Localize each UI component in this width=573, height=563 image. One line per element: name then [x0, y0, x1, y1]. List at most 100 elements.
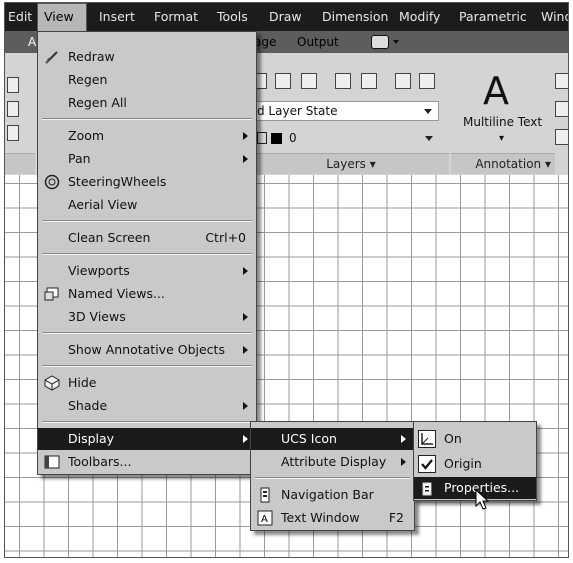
- layer-tool-icon-4[interactable]: [335, 73, 351, 89]
- layer-state-dropdown[interactable]: d Layer State: [253, 101, 439, 121]
- submenu-arrow-icon: [243, 155, 248, 163]
- menu-item-regen[interactable]: Regen: [38, 69, 256, 91]
- menu-item-hide[interactable]: Hide: [38, 372, 256, 394]
- menu-item-steeringwheels[interactable]: SteeringWheels: [38, 171, 256, 193]
- submenu-arrow-icon: [243, 402, 248, 410]
- submenu-arrow-icon: [243, 132, 248, 140]
- layer-dropdown[interactable]: 0: [255, 129, 439, 149]
- menu-item-label: Display: [68, 431, 115, 446]
- menu-item-label: Regen: [68, 72, 108, 87]
- submenu-arrow-icon: [243, 267, 248, 275]
- layer-tool-icon-3[interactable]: [301, 73, 317, 89]
- ribbon-left-icon-2[interactable]: [7, 101, 19, 117]
- menu-item-ucs-on[interactable]: On: [414, 428, 536, 450]
- layer-tool-icon-5[interactable]: [361, 73, 377, 89]
- menu-item-zoom[interactable]: Zoom: [38, 125, 256, 147]
- menu-item-label: Shade: [68, 398, 108, 413]
- redraw-icon: [44, 49, 60, 65]
- properties-icon: [422, 481, 432, 496]
- annotation-panel-title[interactable]: Annotation ▾: [451, 153, 555, 174]
- menu-separator: [42, 332, 252, 334]
- menu-bar: Edit View Insert Format Tools Draw Dimen…: [5, 3, 568, 31]
- menu-item-label: Text Window: [281, 510, 360, 525]
- menu-item-label: Clean Screen: [68, 230, 151, 245]
- menu-item-3d-views[interactable]: 3D Views: [38, 306, 256, 328]
- tab-output[interactable]: Output: [297, 31, 339, 53]
- menu-item-label: Named Views...: [68, 286, 165, 301]
- menu-item-regen-all[interactable]: Regen All: [38, 92, 256, 114]
- menu-item-show-annotative-objects[interactable]: Show Annotative Objects: [38, 339, 256, 361]
- menu-item-label: Redraw: [68, 49, 115, 64]
- ribbon-minimize-icon[interactable]: [371, 35, 389, 49]
- menu-edit[interactable]: Edit: [5, 3, 38, 31]
- chevron-down-icon: [424, 109, 432, 114]
- menu-item-label: Aerial View: [68, 197, 138, 212]
- menu-dimension[interactable]: Dimension: [316, 3, 394, 31]
- menu-draw[interactable]: Draw: [263, 3, 308, 31]
- menu-separator: [42, 253, 252, 255]
- layer-tool-icon-2[interactable]: [275, 73, 291, 89]
- menu-item-pan[interactable]: Pan: [38, 148, 256, 170]
- menu-insert[interactable]: Insert: [93, 3, 141, 31]
- submenu-arrow-icon: [243, 435, 248, 443]
- menu-window[interactable]: Wind: [535, 3, 568, 31]
- menu-item-viewports[interactable]: Viewports: [38, 260, 256, 282]
- menu-item-named-views[interactable]: Named Views...: [38, 283, 256, 305]
- menu-item-label: On: [444, 431, 462, 446]
- unlock-icon: [257, 132, 267, 144]
- submenu-arrow-icon: [243, 313, 248, 321]
- checkmark-icon: [418, 455, 436, 473]
- layer-tool-icon-6[interactable]: [395, 73, 411, 89]
- svg-text:A: A: [261, 514, 268, 525]
- layer-value: 0: [289, 131, 297, 145]
- steeringwheel-icon: [44, 174, 60, 190]
- menu-item-aerial-view[interactable]: Aerial View: [38, 194, 256, 216]
- menu-item-display[interactable]: Display: [38, 428, 256, 450]
- menu-item-toolbars[interactable]: Toolbars...: [38, 451, 256, 473]
- menu-item-label: Show Annotative Objects: [68, 342, 225, 357]
- leader-icon[interactable]: [555, 101, 568, 117]
- menu-parametric[interactable]: Parametric: [453, 3, 533, 31]
- menu-item-text-window[interactable]: A Text Window F2: [251, 507, 414, 529]
- menu-item-label: Pan: [68, 151, 91, 166]
- menu-tools[interactable]: Tools: [211, 3, 254, 31]
- toolbars-icon: [44, 454, 60, 470]
- layer-tool-icon-7[interactable]: [419, 73, 435, 89]
- menu-item-ucs-icon[interactable]: UCS Icon: [251, 428, 414, 450]
- menu-modify[interactable]: Modify: [393, 3, 446, 31]
- menu-item-shade[interactable]: Shade: [38, 395, 256, 417]
- navigation-bar-icon: [257, 487, 273, 503]
- ribbon-left-panel-title: [5, 153, 35, 174]
- menu-item-clean-screen[interactable]: Clean Screen Ctrl+0: [38, 227, 256, 249]
- submenu-arrow-icon: [401, 458, 406, 466]
- menu-item-navigation-bar[interactable]: Navigation Bar: [251, 484, 414, 506]
- menu-item-redraw[interactable]: Redraw: [38, 46, 256, 68]
- menu-format[interactable]: Format: [148, 3, 204, 31]
- multiline-text-label[interactable]: Multiline Text: [463, 115, 542, 129]
- menu-item-label: Regen All: [68, 95, 127, 110]
- multiline-text-dropdown-icon[interactable]: ▾: [499, 133, 504, 144]
- layer-color-swatch: [271, 133, 282, 144]
- menu-view[interactable]: View: [37, 3, 87, 31]
- tab-partial-left[interactable]: A: [28, 31, 36, 53]
- menu-item-label: Toolbars...: [68, 454, 132, 469]
- ribbon-left-icon-3[interactable]: [7, 125, 19, 141]
- multiline-text-icon[interactable]: A: [483, 71, 509, 111]
- menu-separator: [42, 220, 252, 222]
- table-icon[interactable]: [555, 129, 568, 145]
- menu-separator: [42, 365, 252, 367]
- menu-item-shortcut: Ctrl+0: [205, 230, 246, 245]
- display-submenu: UCS Icon Attribute Display Navigation Ba…: [250, 421, 415, 531]
- menu-item-attribute-display[interactable]: Attribute Display: [251, 451, 414, 473]
- named-views-icon: [44, 286, 60, 302]
- ribbon-left-icon-1[interactable]: [7, 77, 19, 93]
- menu-item-ucs-origin[interactable]: Origin: [414, 453, 536, 475]
- hide-icon: [44, 375, 60, 391]
- layers-panel-title[interactable]: Layers ▾: [253, 153, 449, 174]
- menu-item-label: Attribute Display: [281, 454, 387, 469]
- linear-dimension-icon[interactable]: [555, 73, 568, 89]
- layer-state-value: d Layer State: [257, 104, 338, 118]
- ribbon-dropdown-icon[interactable]: [393, 40, 399, 44]
- tab-manage[interactable]: age: [254, 31, 276, 53]
- menu-item-label: Navigation Bar: [281, 487, 374, 502]
